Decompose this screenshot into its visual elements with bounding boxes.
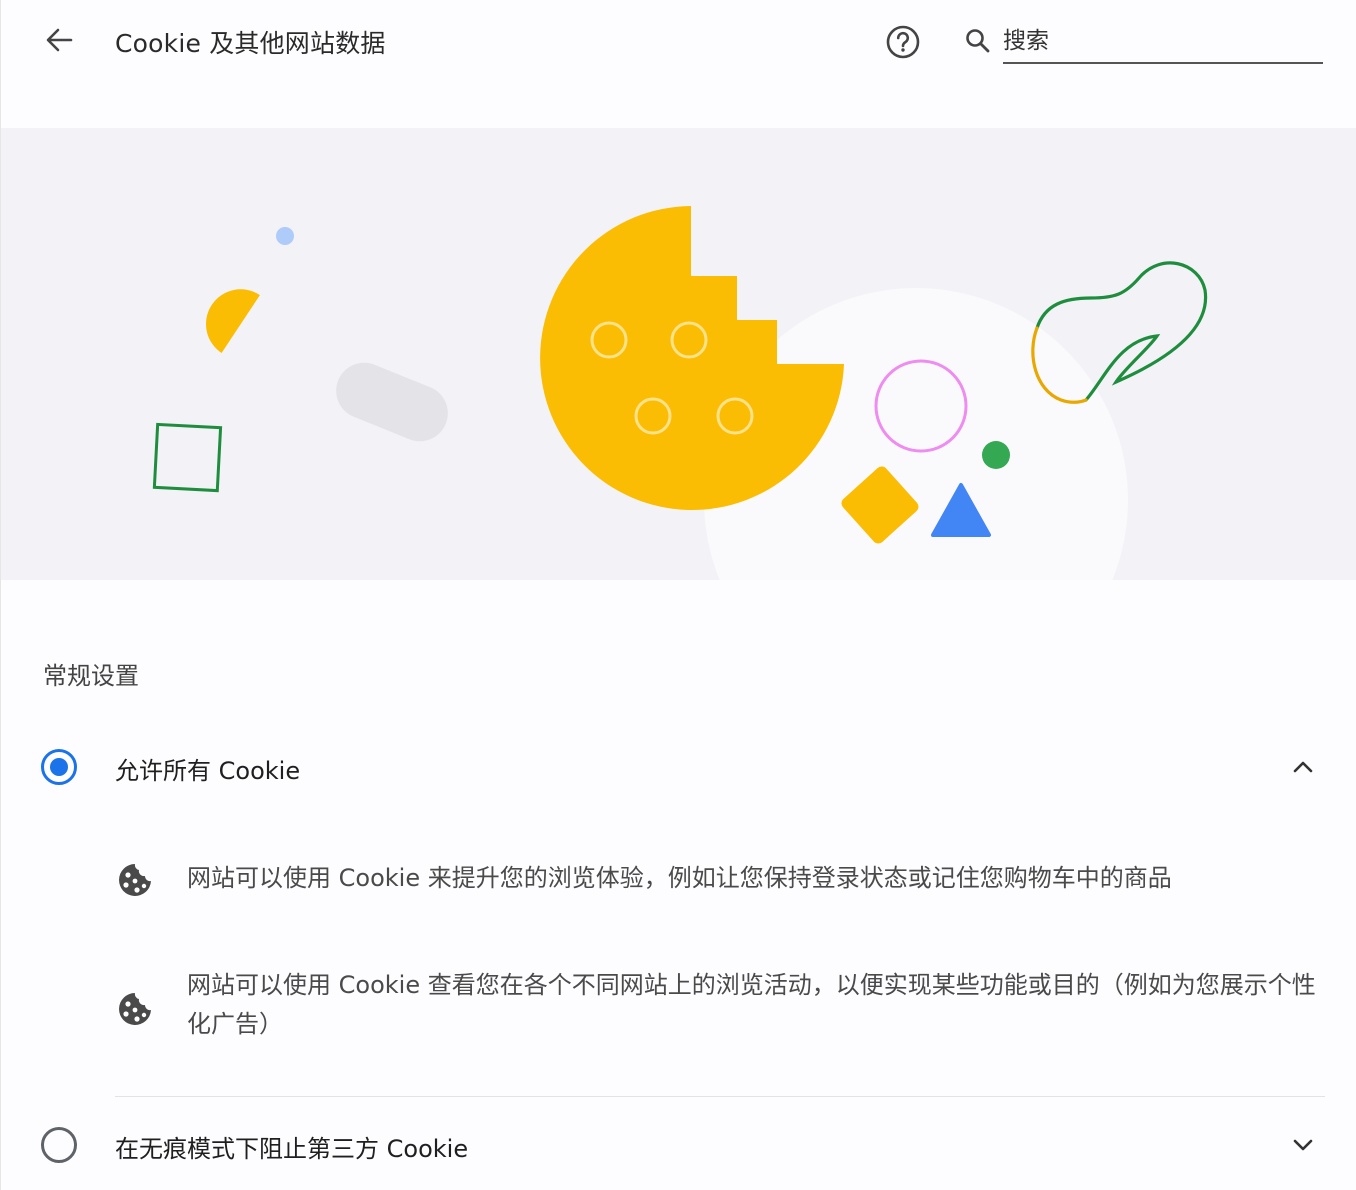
arrow-left-icon (46, 28, 73, 52)
radio-button-unselected[interactable] (41, 1127, 77, 1163)
search-icon (966, 29, 990, 53)
blue-dot (276, 227, 294, 245)
cookie-illustration-banner (1, 128, 1356, 580)
search-input[interactable] (1003, 20, 1323, 64)
help-circle-icon (886, 25, 920, 59)
cookie-icon (119, 993, 151, 1025)
green-square (152, 422, 223, 493)
chevron-up-icon (1293, 761, 1313, 773)
radio-button-selected[interactable] (41, 749, 77, 785)
help-button[interactable] (881, 20, 925, 64)
detail-item: 网站可以使用 Cookie 来提升您的浏览体验，例如让您保持登录状态或记住您购物… (115, 858, 1330, 904)
detail-text: 网站可以使用 Cookie 来提升您的浏览体验，例如让您保持登录状态或记住您购物… (187, 864, 1172, 892)
cookie-illustration (152, 206, 1208, 580)
detail-item: 网站可以使用 Cookie 查看您在各个不同网站上的浏览活动，以便实现某些功能或… (115, 966, 1330, 1046)
option-label: 在无痕模式下阻止第三方 Cookie (115, 1135, 469, 1163)
expand-toggle[interactable] (1283, 1125, 1323, 1165)
yellow-half-circle (206, 289, 260, 353)
grey-pill (336, 362, 448, 442)
detail-text: 网站可以使用 Cookie 查看您在各个不同网站上的浏览活动，以便实现某些功能或… (187, 971, 1316, 1038)
header: Cookie 及其他网站数据 (1, 0, 1356, 82)
section-title: 常规设置 (43, 662, 139, 690)
cookie-icon (119, 864, 151, 896)
search-box (961, 18, 1325, 66)
expand-toggle[interactable] (1283, 747, 1323, 787)
option-allow-all-cookies[interactable]: 允许所有 Cookie (1, 727, 1356, 807)
divider (115, 1096, 1325, 1097)
back-button[interactable] (39, 22, 79, 58)
option-label: 允许所有 Cookie (115, 757, 301, 785)
chevron-down-icon (1293, 1139, 1313, 1151)
option-block-third-party-incognito[interactable]: 在无痕模式下阻止第三方 Cookie (1, 1105, 1356, 1185)
page: Cookie 及其他网站数据 搜索 常规设置 允许所有 Cookie 网站可以使… (0, 0, 1356, 1190)
page-title: Cookie 及其他网站数据 (115, 29, 386, 58)
green-dot (982, 441, 1010, 469)
